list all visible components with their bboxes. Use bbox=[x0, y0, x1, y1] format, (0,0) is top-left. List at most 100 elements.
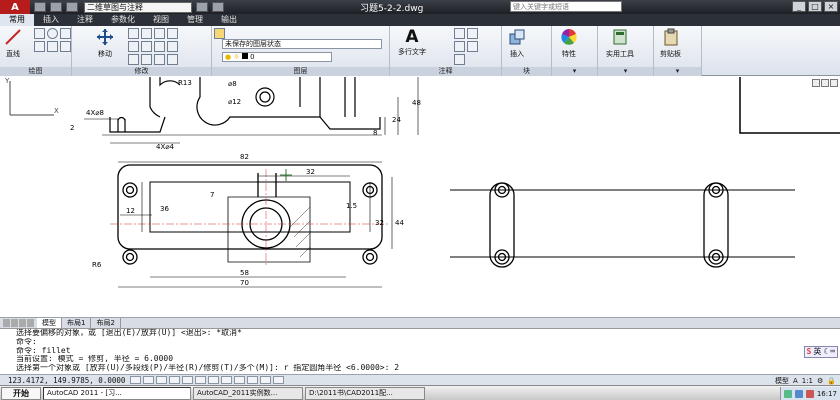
security-icon[interactable] bbox=[805, 389, 814, 398]
autocad-logo-button[interactable]: A bbox=[0, 0, 30, 14]
new-file-icon[interactable] bbox=[34, 2, 46, 12]
erase-icon[interactable] bbox=[154, 28, 165, 39]
copy-icon[interactable] bbox=[167, 28, 178, 39]
scale-icon[interactable] bbox=[128, 54, 139, 65]
viewport-minimize-icon[interactable] bbox=[812, 79, 820, 87]
properties-panel-label[interactable]: ▾ bbox=[552, 67, 597, 76]
utilities-panel-label[interactable]: ▾ bbox=[598, 67, 653, 76]
layout-tabs: 模型 布局1 布局2 bbox=[0, 317, 840, 328]
command-prompt-line[interactable]: 选择第一个对象或 [放弃(U)/多段线(P)/半径(R)/修剪(T)/多个(M)… bbox=[16, 364, 840, 373]
tab-home[interactable]: 常用 bbox=[0, 14, 34, 26]
network-icon[interactable] bbox=[783, 389, 792, 398]
annotation-panel-label[interactable]: 注释 bbox=[390, 67, 501, 76]
offset-icon[interactable] bbox=[154, 54, 165, 65]
hatch-icon[interactable] bbox=[47, 41, 58, 52]
block-panel-label[interactable]: 块 bbox=[502, 67, 551, 76]
viewport-restore-icon[interactable] bbox=[821, 79, 829, 87]
clipboard-panel-label[interactable]: ▾ bbox=[654, 67, 701, 76]
dim-dropdown-icon[interactable] bbox=[467, 28, 478, 39]
clock[interactable]: 16:17 bbox=[817, 390, 837, 398]
open-file-icon[interactable] bbox=[50, 2, 62, 12]
layer-state-select[interactable]: 未保存的图层状态 bbox=[222, 39, 382, 49]
help-search-input[interactable]: 键入关键字或短语 bbox=[510, 1, 622, 12]
close-button[interactable]: × bbox=[824, 1, 838, 12]
grid-toggle[interactable] bbox=[143, 376, 154, 384]
workspace-select[interactable]: 二维草图与注释 bbox=[84, 1, 192, 13]
tab-manage[interactable]: 管理 bbox=[178, 14, 212, 26]
ellipse-icon[interactable] bbox=[60, 41, 71, 52]
redo-icon[interactable] bbox=[212, 2, 224, 12]
svg-text:X: X bbox=[54, 107, 59, 115]
line-button[interactable]: 直线 bbox=[4, 28, 22, 59]
layers-panel-label[interactable]: 图层 bbox=[212, 67, 389, 76]
ime-toolbar[interactable]: S 英 ☾ ⌨ bbox=[803, 346, 838, 358]
linear-dim-icon[interactable] bbox=[454, 28, 465, 39]
ducs-toggle[interactable] bbox=[208, 376, 219, 384]
drawing-canvas[interactable]: R13 ⌀8 ⌀12 4X⌀8 4X⌀4 2 8 24 48 82 32 58 … bbox=[0, 77, 840, 317]
fillet-icon[interactable] bbox=[141, 41, 152, 52]
trim-icon[interactable] bbox=[141, 28, 152, 39]
workspace-switch-icon[interactable]: ⚙ bbox=[817, 377, 823, 385]
draw-panel-label[interactable]: 绘图 bbox=[0, 67, 71, 76]
properties-button[interactable]: 特性 bbox=[560, 28, 578, 59]
modify-panel-label[interactable]: 修改 bbox=[72, 67, 211, 76]
rectangle-icon[interactable] bbox=[34, 41, 45, 52]
tab-layout2[interactable]: 布局2 bbox=[91, 318, 121, 328]
mtext-button[interactable]: A 多行文字 bbox=[398, 28, 426, 57]
sun-icon: ☼ bbox=[233, 53, 240, 61]
lwt-toggle[interactable] bbox=[234, 376, 245, 384]
windows-taskbar: 开始 AutoCAD 2011 - [习... AutoCAD_2011实例数.… bbox=[0, 385, 840, 400]
explode-icon[interactable] bbox=[154, 41, 165, 52]
tab-layout1[interactable]: 布局1 bbox=[62, 318, 92, 328]
leader-dropdown-icon[interactable] bbox=[467, 41, 478, 52]
save-icon[interactable] bbox=[66, 2, 78, 12]
lock-icon[interactable]: 🔒 bbox=[827, 377, 836, 385]
rotate-icon[interactable] bbox=[128, 28, 139, 39]
layout-nav-arrows[interactable] bbox=[0, 319, 37, 327]
drawing-svg[interactable]: R13 ⌀8 ⌀12 4X⌀8 4X⌀4 2 8 24 48 82 32 58 … bbox=[0, 77, 840, 317]
volume-icon[interactable] bbox=[794, 389, 803, 398]
start-button[interactable]: 开始 bbox=[1, 386, 41, 400]
osnap-toggle[interactable] bbox=[182, 376, 193, 384]
polar-toggle[interactable] bbox=[169, 376, 180, 384]
stretch-icon[interactable] bbox=[167, 41, 178, 52]
mirror-icon[interactable] bbox=[128, 41, 139, 52]
otrack-toggle[interactable] bbox=[195, 376, 206, 384]
array-icon[interactable] bbox=[141, 54, 152, 65]
ortho-toggle[interactable] bbox=[156, 376, 167, 384]
undo-icon[interactable] bbox=[196, 2, 208, 12]
maximize-button[interactable]: □ bbox=[808, 1, 822, 12]
snap-toggle[interactable] bbox=[130, 376, 141, 384]
join-icon[interactable] bbox=[167, 54, 178, 65]
tab-annotate[interactable]: 注释 bbox=[68, 14, 102, 26]
tab-parametric[interactable]: 参数化 bbox=[102, 14, 144, 26]
circle-icon[interactable] bbox=[47, 28, 58, 39]
utilities-button[interactable]: 实用工具 bbox=[606, 28, 634, 59]
taskbar-item-autocad-examples[interactable]: AutoCAD_2011实例数... bbox=[193, 386, 303, 400]
layer-properties-icon[interactable] bbox=[214, 28, 225, 39]
minimize-button[interactable]: _ bbox=[792, 1, 806, 12]
tab-output[interactable]: 输出 bbox=[212, 14, 246, 26]
annotation-scale[interactable]: 1:1 bbox=[802, 377, 813, 385]
insert-block-button[interactable]: 插入 bbox=[508, 28, 526, 59]
polyline-icon[interactable] bbox=[34, 28, 45, 39]
command-history-line: 命令: fillet bbox=[16, 346, 71, 355]
taskbar-item-explorer[interactable]: D:\2011书\CAD2011配... bbox=[305, 386, 425, 400]
layer-select[interactable]: ● ☼ 0 bbox=[222, 52, 332, 62]
move-button[interactable]: 移动 bbox=[96, 28, 114, 59]
sc-toggle[interactable] bbox=[273, 376, 284, 384]
tpy-toggle[interactable] bbox=[247, 376, 258, 384]
tab-view[interactable]: 视图 bbox=[144, 14, 178, 26]
taskbar-item-autocad[interactable]: AutoCAD 2011 - [习... bbox=[43, 386, 191, 400]
clipboard-button[interactable]: 剪贴板 bbox=[660, 28, 681, 59]
leader-icon[interactable] bbox=[454, 41, 465, 52]
command-history-line: 选择要偏移的对象，或 [退出(E)/放弃(U)] <退出>: *取消* bbox=[16, 329, 242, 337]
table-icon[interactable] bbox=[454, 54, 465, 65]
tab-insert[interactable]: 插入 bbox=[34, 14, 68, 26]
dyn-toggle[interactable] bbox=[221, 376, 232, 384]
qp-toggle[interactable] bbox=[260, 376, 271, 384]
viewport-close-icon[interactable] bbox=[830, 79, 838, 87]
tab-model[interactable]: 模型 bbox=[37, 318, 62, 328]
command-window[interactable]: 选择要偏移的对象，或 [退出(E)/放弃(U)] <退出>: *取消* 命令: … bbox=[0, 328, 840, 374]
arc-icon[interactable] bbox=[60, 28, 71, 39]
